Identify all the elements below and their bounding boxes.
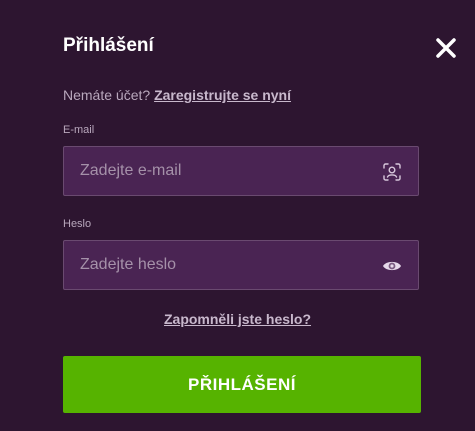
- password-label: Heslo: [63, 218, 92, 230]
- forgot-password-link[interactable]: Zapomněli jste heslo?: [164, 311, 311, 327]
- password-field-wrapper: [63, 240, 419, 290]
- register-prompt: Nemáte účet? Zaregistrujte se nyní: [63, 87, 291, 103]
- dialog-title: Přihlášení: [63, 35, 154, 56]
- close-button[interactable]: [434, 36, 458, 60]
- email-field[interactable]: [64, 147, 418, 195]
- register-prompt-text: Nemáte účet?: [63, 87, 151, 103]
- eye-icon[interactable]: [382, 256, 402, 276]
- login-button[interactable]: PŘIHLÁŠENÍ: [63, 356, 421, 413]
- email-label: E-mail: [63, 124, 95, 136]
- password-field[interactable]: [64, 241, 418, 289]
- forgot-password-row: Zapomněli jste heslo?: [0, 311, 475, 329]
- register-link[interactable]: Zaregistrujte se nyní: [154, 87, 291, 103]
- user-scan-icon: [382, 162, 402, 182]
- email-field-wrapper: [63, 146, 419, 196]
- close-icon: [436, 38, 456, 58]
